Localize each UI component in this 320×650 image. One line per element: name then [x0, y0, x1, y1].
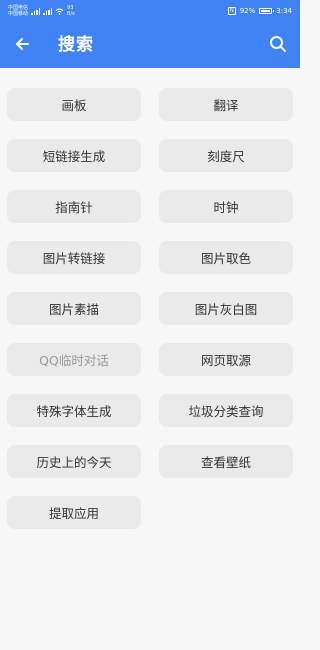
status-bar: 中国电信 中国移动 93 B/s N 92% 3:34	[0, 0, 300, 22]
network-speed-unit: B/s	[67, 11, 75, 17]
tool-button-shizhong[interactable]: 时钟	[159, 190, 293, 223]
tool-button-zhinanzhen[interactable]: 指南针	[7, 190, 141, 223]
tool-button-label: QQ临时对话	[39, 353, 109, 368]
app-bar: 搜索	[0, 22, 300, 68]
tool-button-label: 历史上的今天	[36, 455, 112, 470]
tool-button-lishi-jintian[interactable]: 历史上的今天	[7, 445, 141, 478]
tool-button-fanyi[interactable]: 翻译	[159, 88, 293, 121]
tool-button-label: 查看壁纸	[200, 455, 251, 470]
tool-button-label: 画板	[61, 98, 87, 113]
search-icon	[270, 36, 286, 52]
carrier-stack: 中国电信 中国移动	[8, 5, 28, 17]
tool-button-label: 指南针	[55, 200, 93, 215]
tool-button-label: 特殊字体生成	[36, 404, 112, 419]
tool-button-wangye-quyuan[interactable]: 网页取源	[159, 343, 293, 376]
network-speed: 93 B/s	[67, 5, 75, 17]
tool-button-label: 刻度尺	[207, 149, 245, 164]
tool-button-huaban[interactable]: 画板	[7, 88, 141, 121]
battery-icon	[259, 8, 275, 14]
battery-percent: 92%	[239, 7, 256, 15]
tool-button-tupian-huibaitu[interactable]: 图片灰白图	[159, 292, 293, 325]
tool-button-label: 网页取源	[200, 353, 251, 368]
nfc-icon: N	[227, 7, 236, 15]
tool-button-duanlianjie[interactable]: 短链接生成	[7, 139, 141, 172]
tool-button-label: 时钟	[213, 200, 239, 215]
tool-button-label: 图片素描	[48, 302, 99, 317]
tool-grid: 画板 翻译短链接生成 刻度尺指南针 时钟图片转链接 图片取色图片素描 图片灰白图 QQ临时对…	[7, 88, 293, 529]
tool-button-chakan-bizhi[interactable]: 查看壁纸	[159, 445, 293, 478]
tool-button-label: 翻译	[213, 98, 239, 113]
signal-2-icon	[43, 7, 53, 15]
page-title: 搜索	[58, 35, 94, 55]
tool-button-label: 图片转链接	[42, 251, 106, 266]
tool-button-tupian-zhuan-lianjie[interactable]: 图片转链接	[7, 241, 141, 274]
status-left: 中国电信 中国移动 93 B/s	[8, 5, 75, 17]
carrier-2-label: 中国移动	[8, 11, 29, 17]
tool-button-keduchi[interactable]: 刻度尺	[159, 139, 293, 172]
status-time: 3:34	[276, 7, 292, 15]
tool-button-label: 图片灰白图	[194, 302, 258, 317]
tool-button-label: 提取应用	[48, 506, 99, 521]
tool-button-laji-fenlei[interactable]: 垃圾分类查询	[159, 394, 293, 427]
tool-button-label: 垃圾分类查询	[188, 404, 264, 419]
battery-fill	[261, 10, 270, 12]
wifi-icon	[55, 8, 64, 15]
tool-button-label: 短链接生成	[42, 149, 106, 164]
tool-button-tiqu-yingyong[interactable]: 提取应用	[7, 496, 141, 529]
status-right: N 92% 3:34	[227, 7, 292, 15]
tool-button-teshu-ziti[interactable]: 特殊字体生成	[7, 394, 141, 427]
tool-button-qq-linshi-duihua[interactable]: QQ临时对话	[7, 343, 141, 376]
signal-1-icon	[31, 7, 41, 15]
tool-button-tupian-quse[interactable]: 图片取色	[159, 241, 293, 274]
tool-button-label: 图片取色	[200, 251, 251, 266]
back-button[interactable]	[8, 30, 36, 58]
tool-button-tupian-sumiao[interactable]: 图片素描	[7, 292, 141, 325]
search-button[interactable]	[264, 30, 292, 58]
arrow-left-icon	[16, 38, 29, 50]
